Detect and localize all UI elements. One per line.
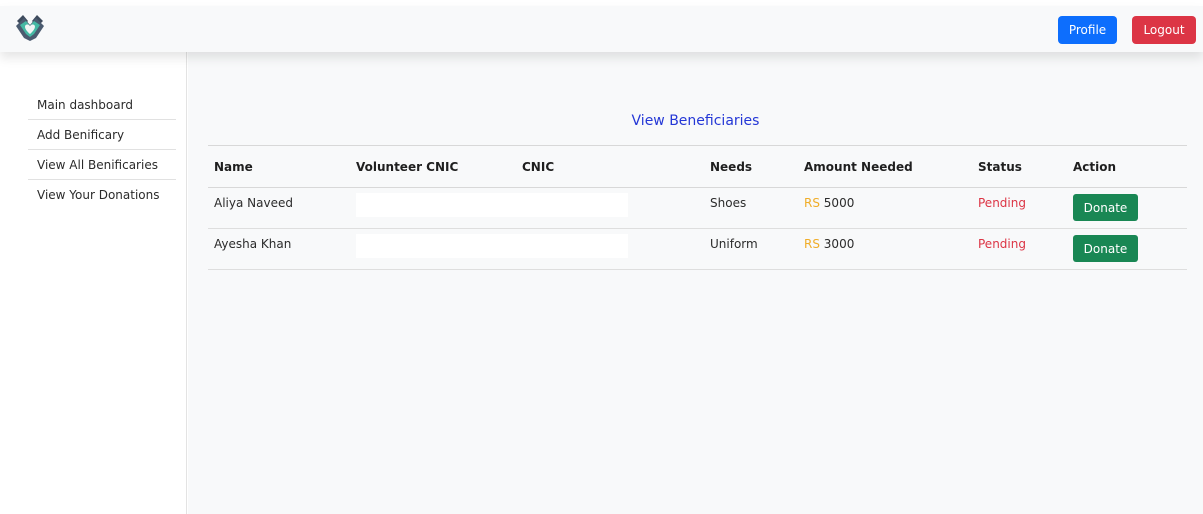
currency-label: RS bbox=[804, 196, 820, 210]
table-header-row: Name Volunteer CNIC CNIC Needs Amount Ne… bbox=[208, 145, 1187, 188]
sidebar: Main dashboard Add Benificary View All B… bbox=[0, 52, 187, 514]
cell-action: Donate bbox=[1067, 187, 1187, 229]
hands-heart-icon[interactable] bbox=[14, 12, 46, 42]
column-header-status: Status bbox=[972, 145, 1067, 188]
logout-button[interactable]: Logout bbox=[1132, 16, 1196, 44]
cell-volunteer-cnic bbox=[350, 187, 516, 229]
redacted-field bbox=[356, 234, 516, 258]
column-header-name: Name bbox=[208, 145, 350, 188]
profile-button[interactable]: Profile bbox=[1058, 16, 1117, 44]
cell-amount: RS 3000 bbox=[798, 228, 972, 270]
currency-label: RS bbox=[804, 237, 820, 251]
cell-amount: RS 5000 bbox=[798, 187, 972, 229]
amount-value: 5000 bbox=[823, 196, 855, 210]
status-badge: Pending bbox=[972, 187, 1067, 229]
cell-needs: Uniform bbox=[704, 228, 798, 270]
top-navbar: Profile Logout bbox=[0, 6, 1203, 52]
cell-needs: Shoes bbox=[704, 187, 798, 229]
column-header-volunteer-cnic: Volunteer CNIC bbox=[350, 145, 516, 188]
redacted-field bbox=[356, 193, 516, 217]
column-header-action: Action bbox=[1067, 145, 1187, 188]
cell-cnic bbox=[516, 228, 704, 270]
column-header-amount-needed: Amount Needed bbox=[798, 145, 972, 188]
page-title: View Beneficiaries bbox=[631, 113, 760, 129]
cell-name: Aliya Naveed bbox=[208, 187, 350, 229]
sidebar-item-view-all-beneficiaries[interactable]: View All Benificaries bbox=[28, 150, 176, 180]
sidebar-menu: Main dashboard Add Benificary View All B… bbox=[28, 90, 176, 210]
status-badge: Pending bbox=[972, 228, 1067, 270]
table-row: Ayesha Khan Uniform RS 3000 Pending Dona… bbox=[208, 228, 1187, 270]
table-row: Aliya Naveed Shoes RS 5000 Pending Donat… bbox=[208, 187, 1187, 229]
cell-volunteer-cnic bbox=[350, 228, 516, 270]
donate-button[interactable]: Donate bbox=[1073, 235, 1138, 262]
column-header-needs: Needs bbox=[704, 145, 798, 188]
redacted-field bbox=[516, 193, 628, 217]
cell-cnic bbox=[516, 187, 704, 229]
beneficiaries-table: Name Volunteer CNIC CNIC Needs Amount Ne… bbox=[208, 145, 1187, 270]
sidebar-item-view-your-donations[interactable]: View Your Donations bbox=[28, 180, 176, 210]
redacted-field bbox=[516, 234, 628, 258]
cell-name: Ayesha Khan bbox=[208, 228, 350, 270]
column-header-cnic: CNIC bbox=[516, 145, 704, 188]
cell-action: Donate bbox=[1067, 228, 1187, 270]
donate-button[interactable]: Donate bbox=[1073, 194, 1138, 221]
main-content: View Beneficiaries Name Volunteer CNIC C… bbox=[188, 52, 1203, 514]
sidebar-item-main-dashboard[interactable]: Main dashboard bbox=[28, 90, 176, 120]
amount-value: 3000 bbox=[823, 237, 855, 251]
sidebar-item-add-beneficiary[interactable]: Add Benificary bbox=[28, 120, 176, 150]
